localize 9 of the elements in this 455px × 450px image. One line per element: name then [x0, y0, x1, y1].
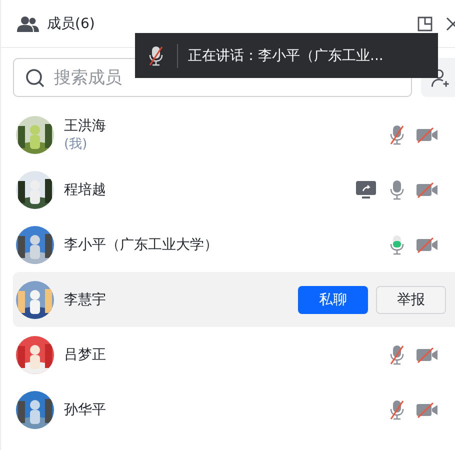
member-name: 孙华平: [64, 400, 106, 418]
member-name: 王洪海: [64, 116, 106, 134]
self-note: (我): [64, 136, 88, 152]
panel-title: 成员(6): [47, 14, 95, 32]
speaking-text: 正在讲话：李小平（广东工业...: [188, 46, 384, 64]
member-name: 吕梦正: [64, 346, 106, 364]
member-name: 程培越: [64, 180, 106, 198]
member-name: 李小平（广东工业大学）: [64, 236, 218, 254]
member-name: 李慧宇: [64, 290, 106, 308]
